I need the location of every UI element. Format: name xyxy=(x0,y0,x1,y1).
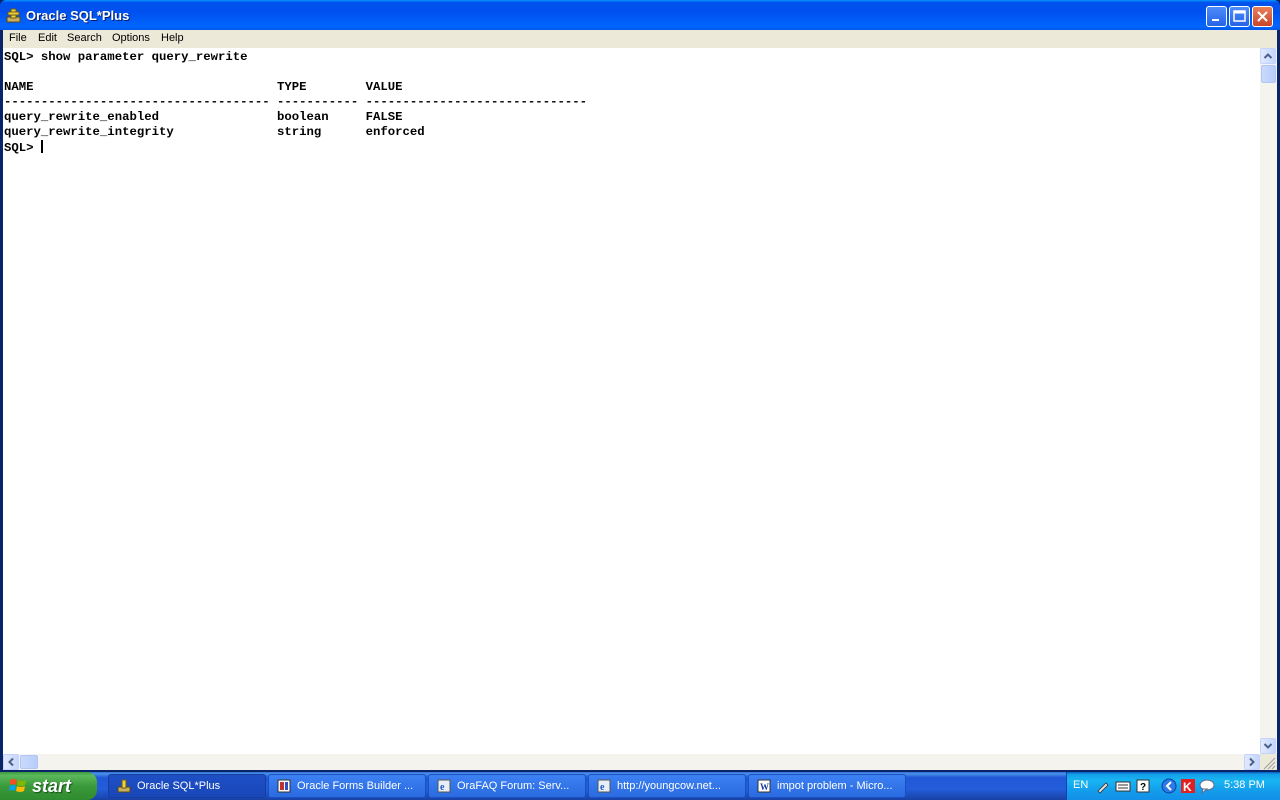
svg-text:?: ? xyxy=(1140,782,1146,793)
horizontal-scrollbar[interactable] xyxy=(3,754,1260,770)
system-tray: EN ? K 5:38 PM xyxy=(1066,772,1280,800)
resize-grip-icon xyxy=(1263,757,1276,770)
sqlplus-app-icon xyxy=(6,8,21,23)
chevron-left-icon[interactable] xyxy=(1161,778,1177,794)
maximize-icon xyxy=(1233,10,1246,22)
resize-grip[interactable] xyxy=(1260,754,1277,770)
taskbar: start Oracle SQL*Plus Oracle Forms Build… xyxy=(0,772,1280,800)
console-line: NAME TYPE VALUE xyxy=(4,80,403,94)
text-cursor xyxy=(40,140,43,153)
windows-logo-icon xyxy=(9,779,26,792)
task-label: impot problem - Micro... xyxy=(777,780,893,792)
scroll-down-button[interactable] xyxy=(1260,738,1276,754)
console-line: ------------------------------------ ---… xyxy=(4,95,587,109)
vertical-scrollbar[interactable] xyxy=(1260,48,1277,754)
sql-prompt: SQL> xyxy=(4,141,41,155)
pen-icon[interactable] xyxy=(1095,778,1111,794)
svg-text:K: K xyxy=(1183,780,1192,794)
minimize-button[interactable] xyxy=(1206,6,1227,27)
task-youngcow[interactable]: e http://youngcow.net... xyxy=(588,774,746,798)
close-icon xyxy=(1257,11,1268,22)
task-forms-builder[interactable]: Oracle Forms Builder ... xyxy=(268,774,426,798)
menu-search[interactable]: Search xyxy=(67,32,102,44)
console-line: query_rewrite_enabled boolean FALSE xyxy=(4,110,403,124)
prompt-line[interactable]: SQL> xyxy=(4,140,43,155)
console-output[interactable]: SQL> show parameter query_rewrite NAME T… xyxy=(4,50,1258,750)
arrow-left-icon xyxy=(8,757,14,767)
svg-text:W: W xyxy=(760,782,769,792)
task-label: http://youngcow.net... xyxy=(617,780,721,792)
start-button[interactable]: start xyxy=(0,772,97,800)
console-area[interactable]: SQL> show parameter query_rewrite NAME T… xyxy=(3,48,1277,770)
menu-file[interactable]: File xyxy=(9,32,27,44)
scroll-up-button[interactable] xyxy=(1260,48,1276,64)
scroll-right-button[interactable] xyxy=(1244,754,1260,770)
language-indicator[interactable]: EN xyxy=(1073,779,1088,791)
arrow-right-icon xyxy=(1249,757,1255,767)
sqlplus-window: Oracle SQL*Plus File Edit Search Options… xyxy=(0,0,1280,772)
word-document-icon: W xyxy=(757,779,771,793)
internet-explorer-icon: e xyxy=(597,779,611,793)
minimize-icon xyxy=(1212,19,1219,21)
antivirus-icon[interactable]: K xyxy=(1180,778,1196,794)
close-button[interactable] xyxy=(1252,6,1273,27)
task-word-document[interactable]: W impot problem - Micro... xyxy=(748,774,906,798)
horizontal-scroll-thumb[interactable] xyxy=(20,755,38,769)
svg-text:e: e xyxy=(440,782,445,793)
task-orafaq[interactable]: e OraFAQ Forum: Serv... xyxy=(428,774,586,798)
menu-bar: File Edit Search Options Help xyxy=(3,30,1277,48)
task-label: OraFAQ Forum: Serv... xyxy=(457,780,570,792)
svg-text:e: e xyxy=(600,782,605,793)
clock[interactable]: 5:38 PM xyxy=(1224,779,1265,791)
help-icon[interactable]: ? xyxy=(1135,778,1151,794)
console-line: query_rewrite_integrity string enforced xyxy=(4,125,425,139)
console-line: SQL> show parameter query_rewrite xyxy=(4,50,248,64)
messenger-icon[interactable] xyxy=(1199,778,1215,794)
start-label: start xyxy=(32,776,72,796)
keyboard-icon[interactable] xyxy=(1115,778,1131,794)
title-bar[interactable]: Oracle SQL*Plus xyxy=(0,0,1280,30)
menu-options[interactable]: Options xyxy=(112,32,150,44)
maximize-button[interactable] xyxy=(1229,6,1250,27)
arrow-up-icon xyxy=(1263,53,1273,59)
task-label: Oracle Forms Builder ... xyxy=(297,780,414,792)
task-sqlplus[interactable]: Oracle SQL*Plus xyxy=(108,774,266,798)
vertical-scroll-thumb[interactable] xyxy=(1261,65,1276,83)
task-label: Oracle SQL*Plus xyxy=(137,780,221,792)
menu-help[interactable]: Help xyxy=(161,32,184,44)
internet-explorer-icon: e xyxy=(437,779,451,793)
arrow-down-icon xyxy=(1263,743,1273,749)
sqlplus-task-icon xyxy=(117,779,131,793)
scroll-left-button[interactable] xyxy=(3,754,19,770)
forms-builder-icon xyxy=(277,779,291,793)
menu-edit[interactable]: Edit xyxy=(38,32,57,44)
window-title: Oracle SQL*Plus xyxy=(26,8,130,23)
